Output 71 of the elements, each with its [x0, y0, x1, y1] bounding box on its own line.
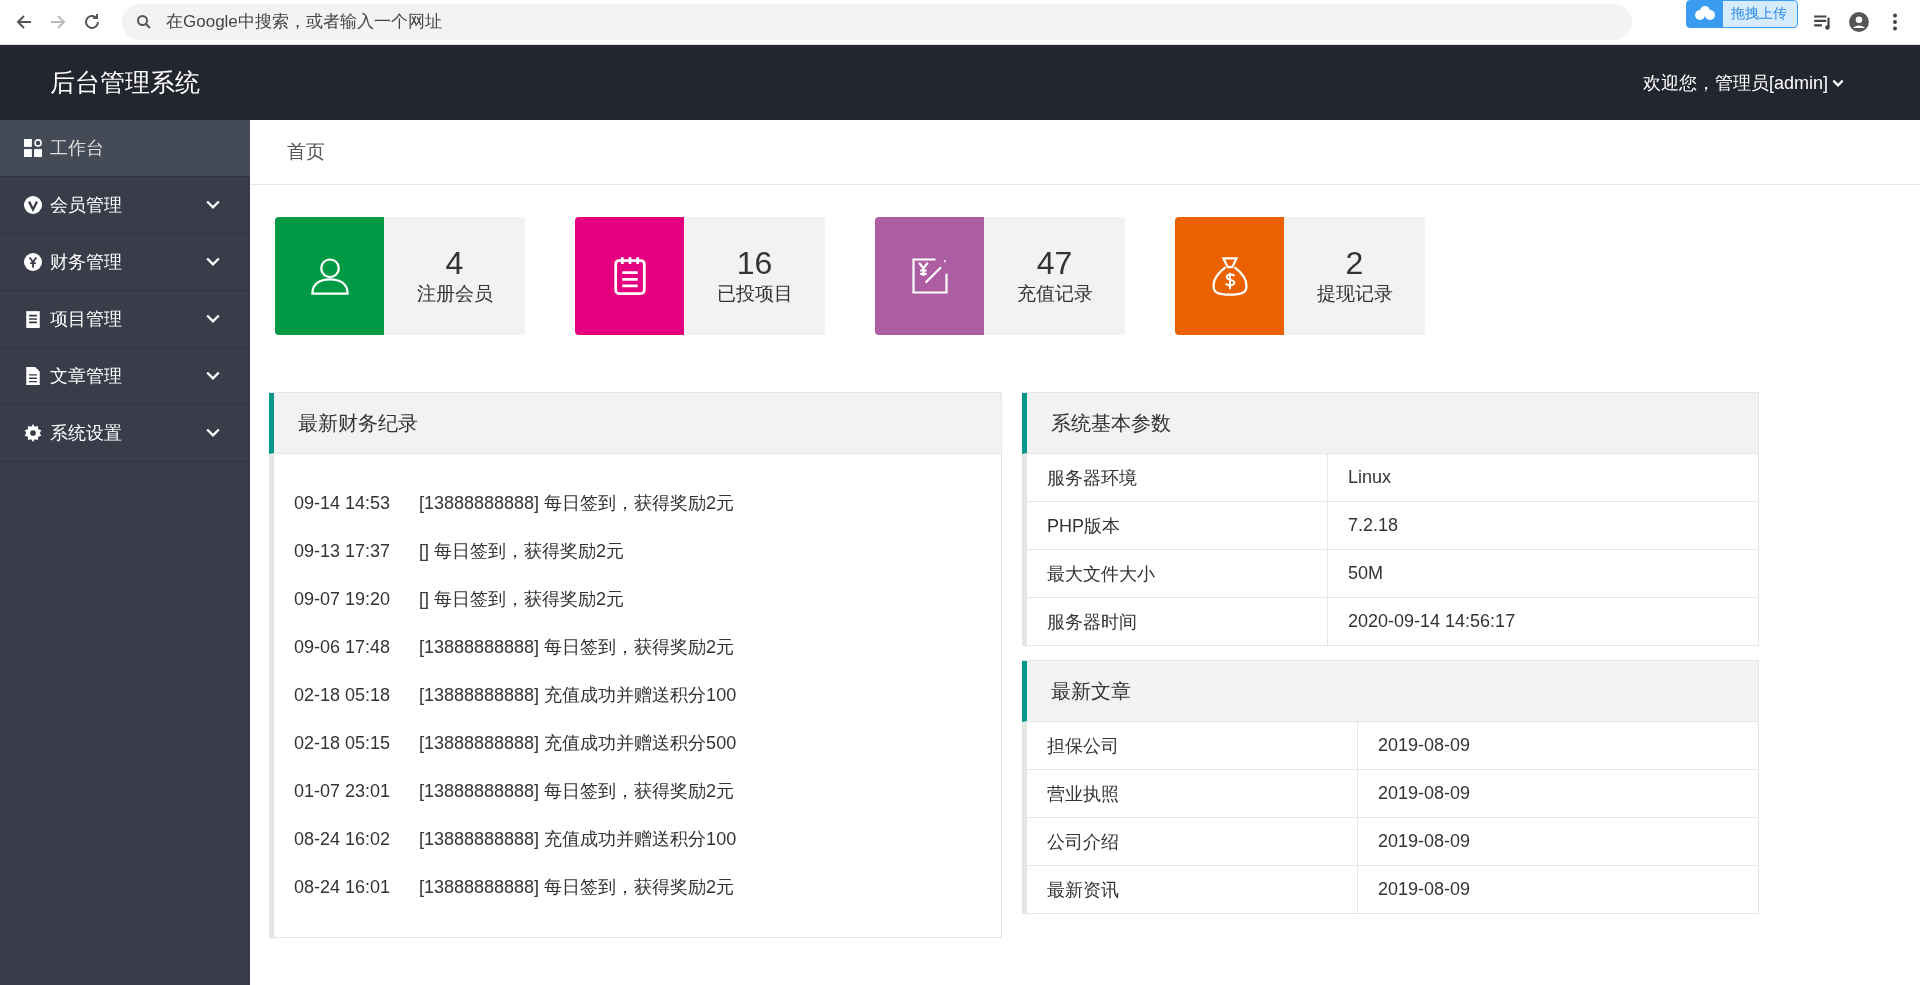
stat-value: 47 [1036, 245, 1073, 281]
breadcrumb[interactable]: 首页 [287, 139, 325, 165]
record-text: [13888888888] 每日签到，获得奖励2元 [419, 780, 735, 803]
upload-label: 拖拽上传 [1731, 5, 1787, 23]
user-menu[interactable]: 欢迎您，管理员[admin] [1642, 70, 1845, 95]
record-text: [13888888888] 每日签到，获得奖励2元 [419, 636, 735, 659]
app-title: 后台管理系统 [50, 67, 200, 98]
table-cell: 7.2.18 [1327, 501, 1758, 550]
sidebar-item[interactable]: 财务管理 [0, 234, 250, 291]
account-icon[interactable] [1848, 11, 1870, 33]
table-cell: 2019-08-09 [1357, 865, 1758, 913]
table-cell: PHP版本 [1027, 501, 1328, 550]
sidebar-item-label: 文章管理 [50, 365, 123, 388]
record-text: [13888888888] 充值成功并赠送积分500 [419, 732, 737, 755]
sidebar-item-label: 项目管理 [50, 308, 123, 331]
settings-icon [24, 424, 42, 442]
table-cell: 2019-08-09 [1357, 769, 1758, 818]
v-badge-icon [24, 196, 42, 214]
record-time: 08-24 16:01 [294, 876, 392, 898]
record-time: 09-07 19:20 [294, 588, 392, 610]
record-text: [13888888888] 每日签到，获得奖励2元 [419, 492, 735, 515]
document-icon [24, 367, 42, 385]
table-cell: 50M [1327, 549, 1758, 598]
record-time: 02-18 05:15 [294, 732, 392, 754]
address-field[interactable]: 在Google中搜索，或者输入一个网址 [164, 11, 1618, 33]
panel-title: 最新文章 [1051, 678, 1131, 704]
table-cell: 营业执照 [1027, 769, 1358, 818]
sidebar-item[interactable]: 项目管理 [0, 291, 250, 348]
stat-value: 16 [736, 245, 773, 281]
record-time: 02-18 05:18 [294, 684, 392, 706]
table-cell: Linux [1327, 454, 1758, 502]
dashboard-icon [24, 139, 42, 157]
record-text: [] 每日签到，获得奖励2元 [419, 588, 624, 611]
record-text: [] 每日签到，获得奖励2元 [419, 540, 624, 563]
table-cell: 担保公司 [1027, 722, 1358, 770]
record-time: 09-06 17:48 [294, 636, 392, 658]
record-time: 09-13 17:37 [294, 540, 392, 562]
sidebar-item-label: 会员管理 [50, 194, 123, 217]
clipboard-icon [24, 310, 42, 328]
panel-title: 系统基本参数 [1051, 410, 1171, 436]
record-time: 01-07 23:01 [294, 780, 392, 802]
record-time: 08-24 16:02 [294, 828, 392, 850]
table-cell: 公司介绍 [1027, 817, 1358, 866]
sidebar-item[interactable]: 工作台 [0, 120, 250, 177]
reload-icon[interactable] [82, 12, 102, 32]
table-cell: 最新资讯 [1027, 865, 1358, 913]
table-cell: 最大文件大小 [1027, 549, 1328, 598]
search-icon [136, 14, 152, 30]
stat-label: 已投项目 [716, 282, 793, 306]
record-text: [13888888888] 充值成功并赠送积分100 [419, 684, 737, 707]
yen-coin-icon [24, 253, 42, 271]
record-text: [13888888888] 每日签到，获得奖励2元 [419, 876, 735, 899]
table-cell: 服务器环境 [1027, 454, 1328, 502]
stat-value: 4 [445, 245, 464, 281]
sidebar-item-label: 工作台 [50, 137, 105, 160]
stat-value: 2 [1345, 245, 1364, 281]
panel-title: 最新财务纪录 [298, 410, 418, 436]
table-cell: 2019-08-09 [1357, 817, 1758, 866]
record-time: 09-14 14:53 [294, 492, 392, 514]
table-cell: 2019-08-09 [1357, 722, 1758, 770]
stat-label: 充值记录 [1016, 282, 1093, 306]
table-cell: 2020-09-14 14:56:17 [1327, 597, 1758, 645]
sidebar-item[interactable]: 会员管理 [0, 177, 250, 234]
sidebar-item[interactable]: 文章管理 [0, 348, 250, 405]
table-cell: 服务器时间 [1027, 597, 1328, 645]
stat-label: 注册会员 [416, 282, 493, 306]
record-text: [13888888888] 充值成功并赠送积分100 [419, 828, 737, 851]
stat-label: 提现记录 [1316, 282, 1393, 306]
address-bar[interactable]: 在Google中搜索，或者输入一个网址 [122, 4, 1632, 40]
sidebar-item-label: 财务管理 [50, 251, 123, 274]
sidebar-item-label: 系统设置 [50, 422, 123, 445]
